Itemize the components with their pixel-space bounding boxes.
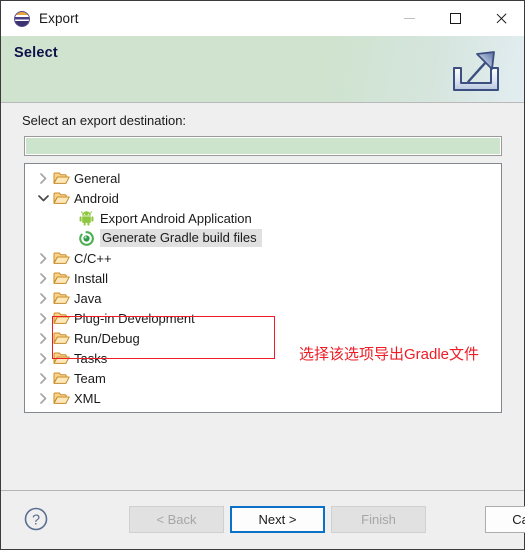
tree-item[interactable]: Generate Gradle build files <box>25 228 501 248</box>
android-icon <box>77 210 95 226</box>
dialog-body: Select an export destination: General And… <box>1 103 524 490</box>
chevron-right-icon[interactable] <box>35 332 52 344</box>
tree-item-label: C/C++ <box>74 250 112 266</box>
page-title: Select <box>14 45 58 61</box>
tree-item-label: Android <box>74 190 119 206</box>
finish-button: Finish <box>331 506 426 533</box>
folder-icon <box>52 271 70 285</box>
svg-text:?: ? <box>32 512 40 528</box>
close-button[interactable] <box>478 1 524 36</box>
export-destination-tree[interactable]: General Android Export Android Application… <box>24 163 502 413</box>
tree-item-label: Tasks <box>74 350 108 366</box>
folder-icon <box>52 371 70 385</box>
tree-item-label: XML <box>74 390 101 406</box>
tree-item[interactable]: C/C++ <box>25 248 501 268</box>
tree-item[interactable]: Android <box>25 188 501 208</box>
back-button: < Back <box>129 506 224 533</box>
window-title: Export <box>39 11 79 26</box>
tree-item-label: Run/Debug <box>74 330 140 346</box>
wizard-banner: Select <box>1 36 524 103</box>
chevron-right-icon[interactable] <box>35 372 52 384</box>
tree-item[interactable]: Team <box>25 368 501 388</box>
window-controls <box>386 1 524 36</box>
chevron-down-icon[interactable] <box>35 194 52 203</box>
tree-item[interactable]: Export Android Application <box>25 208 501 228</box>
chevron-right-icon[interactable] <box>35 392 52 404</box>
tree-item-label: Install <box>74 270 108 286</box>
gradle-icon <box>77 230 95 246</box>
cancel-button[interactable]: Cancel <box>485 506 525 533</box>
export-arrow-icon <box>450 46 502 96</box>
annotation-note: 选择该选项导出Gradle文件 <box>299 346 480 363</box>
wizard-buttons: < BackNext >Finish Cancel <box>129 506 525 533</box>
close-icon <box>495 12 508 25</box>
title-bar: Export <box>1 1 524 36</box>
tree-item[interactable]: Plug-in Development <box>25 308 501 328</box>
minimize-button[interactable] <box>386 1 432 36</box>
tree-item[interactable]: Install <box>25 268 501 288</box>
maximize-button[interactable] <box>432 1 478 36</box>
chevron-right-icon[interactable] <box>35 292 52 304</box>
maximize-icon <box>449 13 461 24</box>
folder-icon <box>52 311 70 325</box>
tree-item-label: General <box>74 170 121 186</box>
minimize-icon <box>403 18 415 19</box>
tree-item[interactable]: Java <box>25 288 501 308</box>
tree-item-label: Export Android Application <box>100 210 252 226</box>
folder-icon <box>52 331 70 345</box>
chevron-right-icon[interactable] <box>35 312 52 324</box>
dialog-button-bar: ? < BackNext >Finish Cancel <box>1 491 525 549</box>
filter-input[interactable] <box>24 136 502 156</box>
next-button[interactable]: Next > <box>230 506 325 533</box>
folder-icon <box>52 291 70 305</box>
folder-icon <box>52 191 70 205</box>
chevron-right-icon[interactable] <box>35 172 52 184</box>
tree-item-label: Plug-in Development <box>74 310 195 326</box>
export-dialog-window: Export Select Select an export destinati… <box>0 0 525 550</box>
chevron-right-icon[interactable] <box>35 352 52 364</box>
eclipse-icon <box>14 10 30 27</box>
help-button[interactable]: ? <box>23 506 49 532</box>
tree-item-label: Java <box>74 290 102 306</box>
tree-item-label: Generate Gradle build files <box>100 229 262 247</box>
folder-icon <box>52 351 70 365</box>
tree-item-label: Team <box>74 370 106 386</box>
chevron-right-icon[interactable] <box>35 272 52 284</box>
export-destination-label: Select an export destination: <box>22 113 187 128</box>
help-icon: ? <box>24 507 48 531</box>
tree-item[interactable]: General <box>25 168 501 188</box>
folder-icon <box>52 251 70 265</box>
folder-icon <box>52 171 70 185</box>
title-bar-left: Export <box>1 10 79 27</box>
tree-item[interactable]: XML <box>25 388 501 408</box>
folder-icon <box>52 391 70 405</box>
chevron-right-icon[interactable] <box>35 252 52 264</box>
